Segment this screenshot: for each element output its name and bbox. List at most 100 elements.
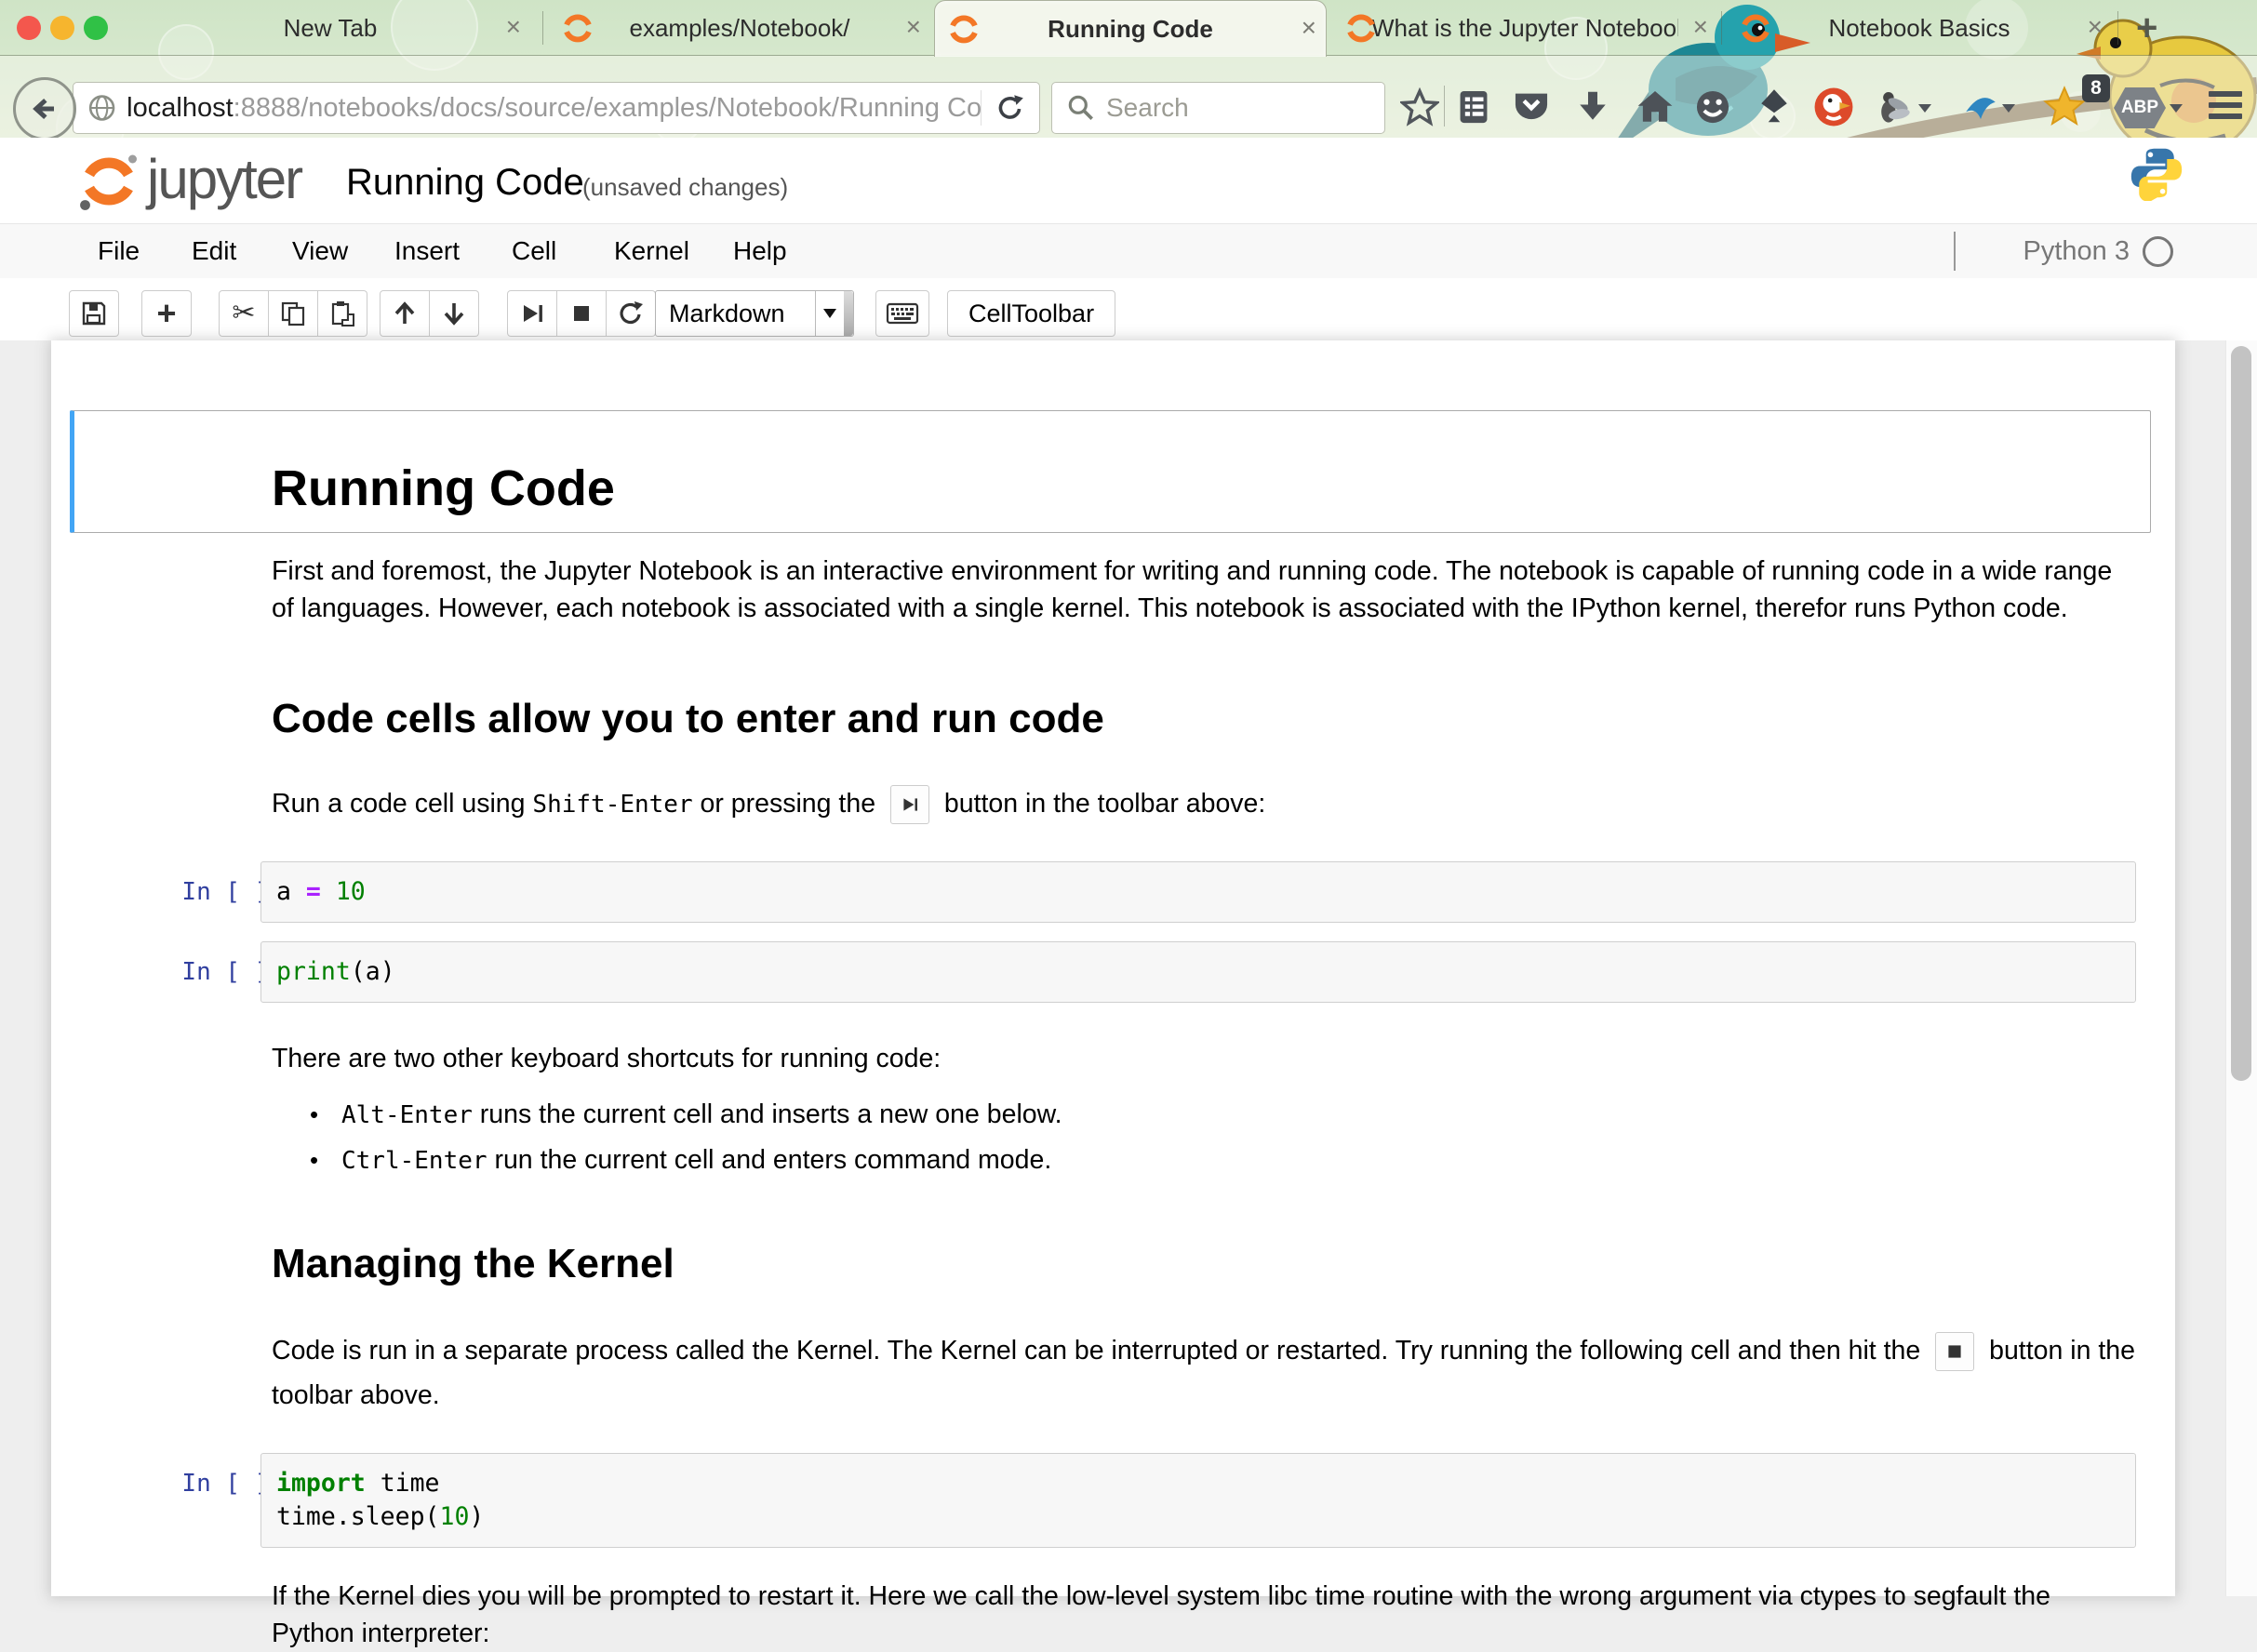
menu-cell[interactable]: Cell <box>512 236 556 266</box>
clipped-paragraph: If the Kernel dies you will be prompted … <box>272 1578 2136 1652</box>
code-cell-2[interactable]: In [ ]: print(a) <box>51 941 2175 1006</box>
feedback-smiley-button[interactable] <box>1691 86 1734 128</box>
jupyter-logo-icon <box>78 149 140 214</box>
tab-strip: New Tab × examples/Notebook/ × Running C… <box>0 0 2257 56</box>
tab-close-icon[interactable]: × <box>506 13 521 41</box>
tab-title: examples/Notebook/ <box>629 14 849 43</box>
bullet-icon: • <box>310 1146 341 1175</box>
save-button[interactable] <box>69 290 119 337</box>
celltoolbar-button[interactable]: CellToolbar <box>947 290 1115 337</box>
save-icon <box>80 300 108 327</box>
tab-new-tab[interactable]: New Tab × <box>130 0 530 56</box>
command-palette-button[interactable] <box>875 290 929 337</box>
blue-extension-button[interactable] <box>1959 86 2002 128</box>
menu-view[interactable]: View <box>292 236 348 266</box>
dropdown-caret-icon[interactable] <box>2002 104 2015 113</box>
cell-type-value: Markdown <box>656 300 815 328</box>
code-token-builtin: print <box>276 957 351 986</box>
url-bar[interactable]: localhost:8888/notebooks/docs/source/exa… <box>73 82 1040 134</box>
window-zoom-button[interactable] <box>84 16 108 40</box>
kernel-text-pre: Code is run in a separate process called… <box>272 1336 1928 1366</box>
url-text: localhost:8888/notebooks/docs/source/exa… <box>127 93 981 124</box>
menu-help[interactable]: Help <box>733 236 787 266</box>
code-token-number: 10 <box>321 877 366 906</box>
code-token: time.sleep( <box>276 1502 440 1531</box>
jupyter-logo-text[interactable]: jupyter <box>147 147 301 211</box>
tab-close-icon[interactable]: × <box>1693 13 1708 41</box>
menu-insert[interactable]: Insert <box>394 236 460 266</box>
copy-cell-button[interactable] <box>269 290 318 337</box>
code-input-area[interactable]: import time time.sleep(10) <box>260 1453 2136 1548</box>
kbd-alt-enter: Alt-Enter <box>341 1101 473 1129</box>
download-arrow-icon <box>1574 87 1611 127</box>
checkpoint-status: (unsaved changes) <box>582 173 788 202</box>
pocket-button[interactable] <box>1510 86 1553 128</box>
globe-icon <box>87 91 117 125</box>
code-cell-3[interactable]: In [ ]: import time time.sleep(10) <box>51 1453 2175 1550</box>
menu-button[interactable] <box>2209 91 2242 125</box>
list-item-text: runs the current cell and inserts a new … <box>473 1099 1062 1129</box>
move-cell-up-button[interactable] <box>380 290 430 337</box>
home-button[interactable] <box>1634 86 1676 128</box>
reload-button[interactable] <box>981 90 1039 126</box>
scrollbar-track[interactable] <box>2225 340 2257 1596</box>
downloads-button[interactable] <box>1571 86 1614 128</box>
dropdown-caret-icon[interactable] <box>1918 104 1931 113</box>
notebook-title[interactable]: Running Code <box>346 162 584 204</box>
inline-run-button-image <box>890 785 929 824</box>
cut-cell-button[interactable]: ✂ <box>219 290 269 337</box>
search-input[interactable] <box>1104 92 1341 124</box>
dropdown-caret-icon[interactable] <box>2170 104 2183 113</box>
kernel-name: Python 3 <box>2023 236 2130 267</box>
add-cell-button[interactable]: + <box>141 290 192 337</box>
tab-close-icon[interactable]: × <box>906 13 921 41</box>
back-button[interactable] <box>13 77 76 139</box>
search-bar[interactable] <box>1051 82 1385 134</box>
menu-edit[interactable]: Edit <box>192 236 236 266</box>
run-text-pre: Run a code cell using <box>272 789 532 819</box>
code-cell-1[interactable]: In [ ]: a = 10 <box>51 861 2175 926</box>
tab-separator <box>1721 11 1722 45</box>
jupyter-favicon <box>1740 12 1771 44</box>
new-tab-button[interactable]: + <box>2136 9 2157 47</box>
bookmark-star-button[interactable] <box>1398 86 1441 128</box>
run-instruction-paragraph: Run a code cell using Shift-Enter or pre… <box>272 785 2151 824</box>
scrollbar-thumb[interactable] <box>2231 346 2251 1081</box>
markdown-cell-selected[interactable]: Running Code <box>70 410 2151 533</box>
tab-close-icon[interactable]: × <box>1302 14 1316 42</box>
toolbar-separator <box>1444 86 1445 127</box>
tab-notebook-basics[interactable]: Notebook Basics × <box>1727 0 2112 56</box>
move-cell-down-button[interactable] <box>430 290 479 337</box>
tab-separator <box>2117 11 2118 45</box>
back-arrow-icon <box>26 90 63 127</box>
bullet-icon: • <box>310 1100 341 1129</box>
tab-examples-notebook[interactable]: examples/Notebook/ × <box>549 0 930 56</box>
window-minimize-button[interactable] <box>50 16 74 40</box>
input-prompt: In [ ]: <box>107 878 284 906</box>
scissors-icon: ✂ <box>232 300 255 327</box>
window-close-button[interactable] <box>17 16 41 40</box>
cell-type-select[interactable]: Markdown <box>655 290 854 337</box>
interrupt-kernel-button[interactable] <box>557 290 607 337</box>
fly-extension-button[interactable] <box>1872 86 1915 128</box>
bookmarks-menu-button[interactable] <box>1452 86 1495 128</box>
arrow-up-icon <box>391 300 419 327</box>
menu-kernel[interactable]: Kernel <box>614 236 689 266</box>
run-cell-button[interactable] <box>507 290 557 337</box>
restart-kernel-button[interactable] <box>607 290 656 337</box>
send-tab-button[interactable] <box>1753 86 1796 128</box>
duckduckgo-button[interactable] <box>1812 86 1855 128</box>
url-path: :8888/notebooks/docs/source/examples/Not… <box>234 93 981 123</box>
code-input-area[interactable]: a = 10 <box>260 861 2136 923</box>
kernel-indicator: Python 3 <box>2023 232 2173 271</box>
tab-running-code-active[interactable]: Running Code × <box>934 0 1327 57</box>
input-prompt: In [ ]: <box>107 958 284 986</box>
code-input-area[interactable]: print(a) <box>260 941 2136 1003</box>
star-extension-button[interactable] <box>2043 86 2086 128</box>
tab-close-icon[interactable]: × <box>2088 13 2103 41</box>
tab-what-is-jupyter[interactable]: What is the Jupyter Notebook × <box>1332 0 1717 56</box>
menu-file[interactable]: File <box>98 236 140 266</box>
blue-bird-icon <box>1961 87 2000 127</box>
paste-cell-button[interactable] <box>318 290 367 337</box>
code-token-operator: = <box>306 877 321 906</box>
